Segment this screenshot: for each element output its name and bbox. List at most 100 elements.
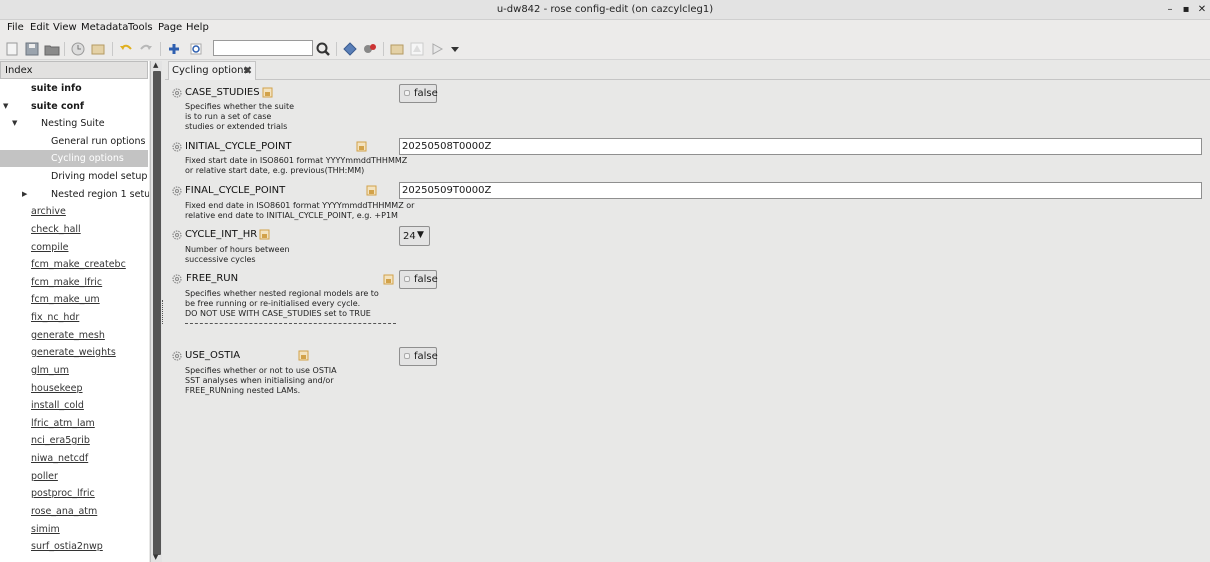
run-dropdown-icon[interactable]: [447, 41, 459, 57]
tab-bar: Cycling options ✖: [165, 61, 1210, 80]
save-icon[interactable]: [24, 41, 40, 57]
tree-item-fcm-make-um[interactable]: fcm_make_um: [0, 291, 148, 308]
setting-name: USE_OSTIA: [185, 350, 241, 361]
expander-expanded-icon[interactable]: ▼: [3, 98, 8, 115]
tree-item-niwa-netcdf[interactable]: niwa_netcdf: [0, 450, 148, 467]
toolbar-separator: [64, 42, 65, 56]
menu-help[interactable]: Help: [186, 22, 209, 33]
tree-item-suite-conf[interactable]: ▼ suite conf: [0, 98, 148, 115]
tree-item-check-hall[interactable]: check_hall: [0, 221, 148, 238]
tree-item-generate-weights[interactable]: generate_weights: [0, 344, 148, 361]
case-studies-toggle[interactable]: false: [399, 84, 438, 103]
checkbox-icon: [404, 276, 410, 282]
minimize-button[interactable]: –: [1163, 3, 1177, 17]
pane-resize-handle[interactable]: [162, 300, 164, 324]
search-input[interactable]: [213, 40, 313, 56]
setting-description: Number of hours between successive cycle…: [185, 245, 290, 264]
lock-icon[interactable]: [366, 185, 377, 196]
redo-icon[interactable]: [138, 41, 154, 57]
lock-icon[interactable]: [383, 274, 394, 285]
lock-icon[interactable]: [298, 350, 309, 361]
expander-expanded-icon[interactable]: ▼: [12, 115, 17, 132]
title-bar: u-dw842 - rose config-edit (on cazcylcle…: [0, 0, 1210, 20]
setting-name: FREE_RUN: [186, 273, 239, 284]
tree-item-archive[interactable]: archive: [0, 203, 148, 220]
refresh-icon[interactable]: [188, 41, 204, 57]
macro-icon[interactable]: [362, 41, 378, 57]
final-cycle-point-input[interactable]: 20250509T0000Z: [399, 182, 1202, 199]
setting-name: FINAL_CYCLE_POINT: [185, 185, 286, 196]
index-header[interactable]: Index: [0, 61, 148, 79]
tree-item-lfric-atm-lam[interactable]: lfric_atm_lam: [0, 415, 148, 432]
dropdown-arrow-icon: ▼: [417, 230, 424, 240]
tree-item-fcm-make-lfric[interactable]: fcm_make_lfric: [0, 274, 148, 291]
tree-item-fix-nc-hdr[interactable]: fix_nc_hdr: [0, 309, 148, 326]
setting-description: Fixed start date in ISO8601 format YYYYm…: [185, 156, 408, 175]
tree-item-nesting-suite[interactable]: ▼ Nesting Suite: [0, 115, 148, 132]
scroll-down-icon[interactable]: ▼: [153, 553, 158, 561]
section-divider: [185, 323, 396, 324]
tree-item-compile[interactable]: compile: [0, 239, 148, 256]
scroll-up-icon[interactable]: ▲: [153, 61, 158, 69]
tree-item-nci-era5grib[interactable]: nci_era5grib: [0, 432, 148, 449]
use-ostia-toggle[interactable]: false: [399, 347, 438, 366]
free-run-toggle[interactable]: false: [399, 270, 438, 289]
lock-icon[interactable]: [262, 87, 273, 98]
tree-item-housekeep[interactable]: housekeep: [0, 380, 148, 397]
tree-item-postproc-lfric[interactable]: postproc_lfric: [0, 485, 148, 502]
toolbar-separator: [383, 42, 384, 56]
undo-history-icon[interactable]: [70, 41, 86, 57]
tree-item-install-cold[interactable]: install_cold: [0, 397, 148, 414]
tree-item-cycling-options[interactable]: Cycling options: [0, 150, 148, 167]
toolbar-separator: [160, 42, 161, 56]
menu-file[interactable]: File: [7, 22, 24, 33]
open-folder-icon[interactable]: [44, 41, 60, 57]
tree-item-simim[interactable]: simim: [0, 521, 148, 538]
new-icon[interactable]: [4, 41, 20, 57]
gear-icon[interactable]: [172, 142, 182, 152]
gear-icon[interactable]: [172, 88, 182, 98]
lock-icon[interactable]: [259, 229, 270, 240]
tree-item-fcm-make-createbc[interactable]: fcm_make_createbc: [0, 256, 148, 273]
tree-item-driving-model-setup[interactable]: Driving model setup: [0, 168, 148, 185]
check-icon[interactable]: [342, 41, 358, 57]
menu-page[interactable]: Page: [158, 22, 182, 33]
search-icon[interactable]: [315, 41, 331, 57]
gear-icon[interactable]: [172, 186, 182, 196]
tree-item-generate-mesh[interactable]: generate_mesh: [0, 327, 148, 344]
gear-icon[interactable]: [172, 274, 182, 284]
undo-icon[interactable]: [118, 41, 134, 57]
tab-cycling-options[interactable]: Cycling options ✖: [168, 61, 256, 80]
close-window-button[interactable]: ✕: [1195, 3, 1209, 17]
index-scrollbar[interactable]: ▲ ▼: [150, 61, 162, 562]
menu-tools[interactable]: Tools: [128, 22, 153, 33]
menu-metadata[interactable]: Metadata: [81, 22, 128, 33]
checkbox-icon: [404, 353, 410, 359]
tree-item-general-run-options[interactable]: General run options: [0, 133, 148, 150]
setting-description: Fixed end date in ISO8601 format YYYYmmd…: [185, 201, 415, 220]
run-icon[interactable]: [429, 41, 445, 57]
initial-cycle-point-input[interactable]: 20250508T0000Z: [399, 138, 1202, 155]
scrollbar-thumb[interactable]: [153, 71, 161, 555]
gear-icon[interactable]: [172, 351, 182, 361]
tree-item-nested-region-1-setup[interactable]: ▶ Nested region 1 setup: [0, 186, 149, 203]
tree-item-poller[interactable]: poller: [0, 468, 148, 485]
tree-item-suite-info[interactable]: suite info: [0, 80, 148, 97]
warning-icon[interactable]: [409, 41, 425, 57]
menu-edit[interactable]: Edit: [30, 22, 49, 33]
lock-icon[interactable]: [356, 141, 367, 152]
browse-icon[interactable]: [90, 41, 106, 57]
cycle-int-hr-select[interactable]: 24 ▼: [399, 226, 430, 246]
maximize-button[interactable]: ▪: [1179, 3, 1193, 17]
setting-name: CYCLE_INT_HR: [185, 229, 258, 240]
add-icon[interactable]: [166, 41, 182, 57]
tree-item-rose-ana-atm[interactable]: rose_ana_atm: [0, 503, 148, 520]
tree-item-surf-ostia2nwp[interactable]: surf_ostia2nwp: [0, 538, 148, 555]
menu-view[interactable]: View: [53, 22, 77, 33]
expander-collapsed-icon[interactable]: ▶: [22, 186, 27, 203]
close-tab-icon[interactable]: ✖: [243, 64, 252, 77]
tree-item-glm-um[interactable]: glm_um: [0, 362, 148, 379]
folder-icon[interactable]: [389, 41, 405, 57]
setting-description: Specifies whether the suite is to run a …: [185, 102, 295, 131]
gear-icon[interactable]: [172, 230, 182, 240]
